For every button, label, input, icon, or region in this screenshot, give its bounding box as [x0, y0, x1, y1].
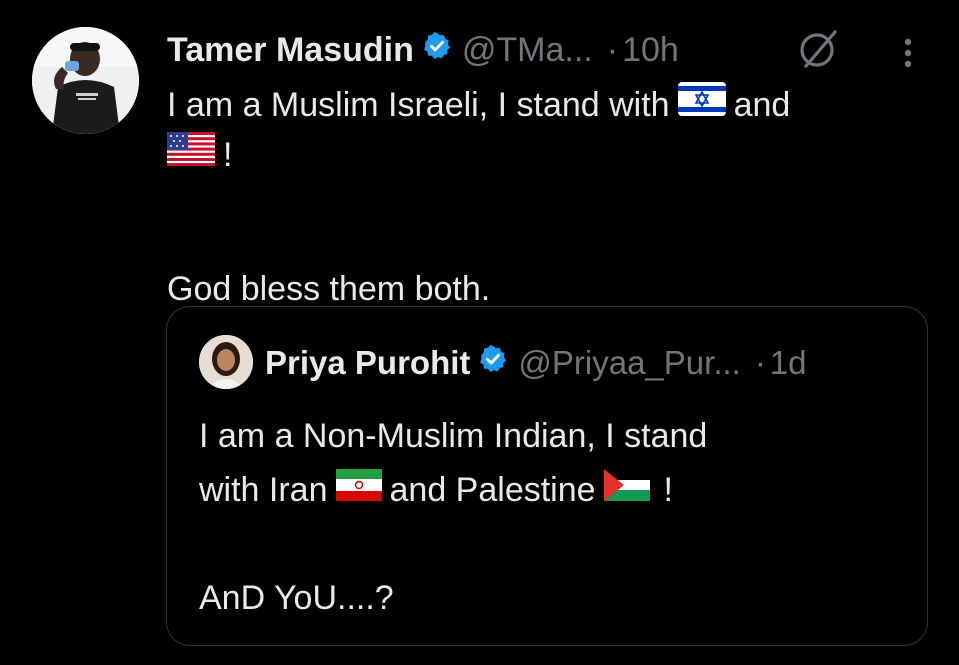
quoted-tweet-text: I am a Non-Muslim Indian, I stand with I… — [199, 409, 899, 625]
author-handle[interactable]: @TMa... — [462, 28, 593, 72]
quoted-tweet-header: Priya Purohit @Priyaa_Pur... · 1d — [265, 341, 807, 385]
quoted-author-handle[interactable]: @Priyaa_Pur... — [518, 341, 740, 385]
iran-flag-icon — [335, 463, 382, 517]
palestine-flag-icon — [603, 463, 650, 517]
usa-flag-icon — [167, 130, 215, 180]
tweet-card[interactable]: Tamer Masudin @TMa... · 10h I am a Musli… — [0, 0, 959, 665]
israel-flag-icon — [677, 80, 726, 130]
quoted-text-and-palestine: and Palestine — [389, 471, 596, 509]
tweet-timestamp[interactable]: 10h — [622, 28, 679, 72]
quoted-author-name[interactable]: Priya Purohit — [265, 341, 470, 385]
tweet-header: Tamer Masudin @TMa... · 10h — [167, 28, 679, 72]
quoted-text-exclaim: ! — [663, 471, 673, 509]
verified-badge-icon — [478, 341, 508, 385]
tweet-text: I am a Muslim Israeli, I stand with and — [167, 80, 927, 314]
quoted-text-line-1: I am a Non-Muslim Indian, I stand — [199, 417, 708, 455]
tweet-text-line-1: I am a Muslim Israeli, I stand with — [167, 86, 670, 124]
author-avatar[interactable] — [32, 27, 139, 134]
author-name[interactable]: Tamer Masudin — [167, 28, 414, 72]
quoted-text-with-iran: with Iran — [199, 471, 328, 509]
more-options-icon[interactable] — [898, 38, 918, 77]
tweet-text-and: and — [733, 86, 791, 124]
separator-dot: · — [606, 31, 619, 69]
grok-icon[interactable] — [795, 26, 843, 77]
quoted-author-avatar[interactable] — [199, 335, 253, 389]
separator-dot: · — [754, 344, 766, 381]
tweet-text-exclaim: ! — [223, 136, 233, 174]
verified-badge-icon — [422, 28, 452, 72]
quoted-tweet[interactable]: Priya Purohit @Priyaa_Pur... · 1d I am a… — [166, 306, 928, 646]
quoted-tweet-timestamp[interactable]: 1d — [770, 341, 807, 385]
quoted-text-line-4: AnD YoU....? — [199, 579, 394, 617]
